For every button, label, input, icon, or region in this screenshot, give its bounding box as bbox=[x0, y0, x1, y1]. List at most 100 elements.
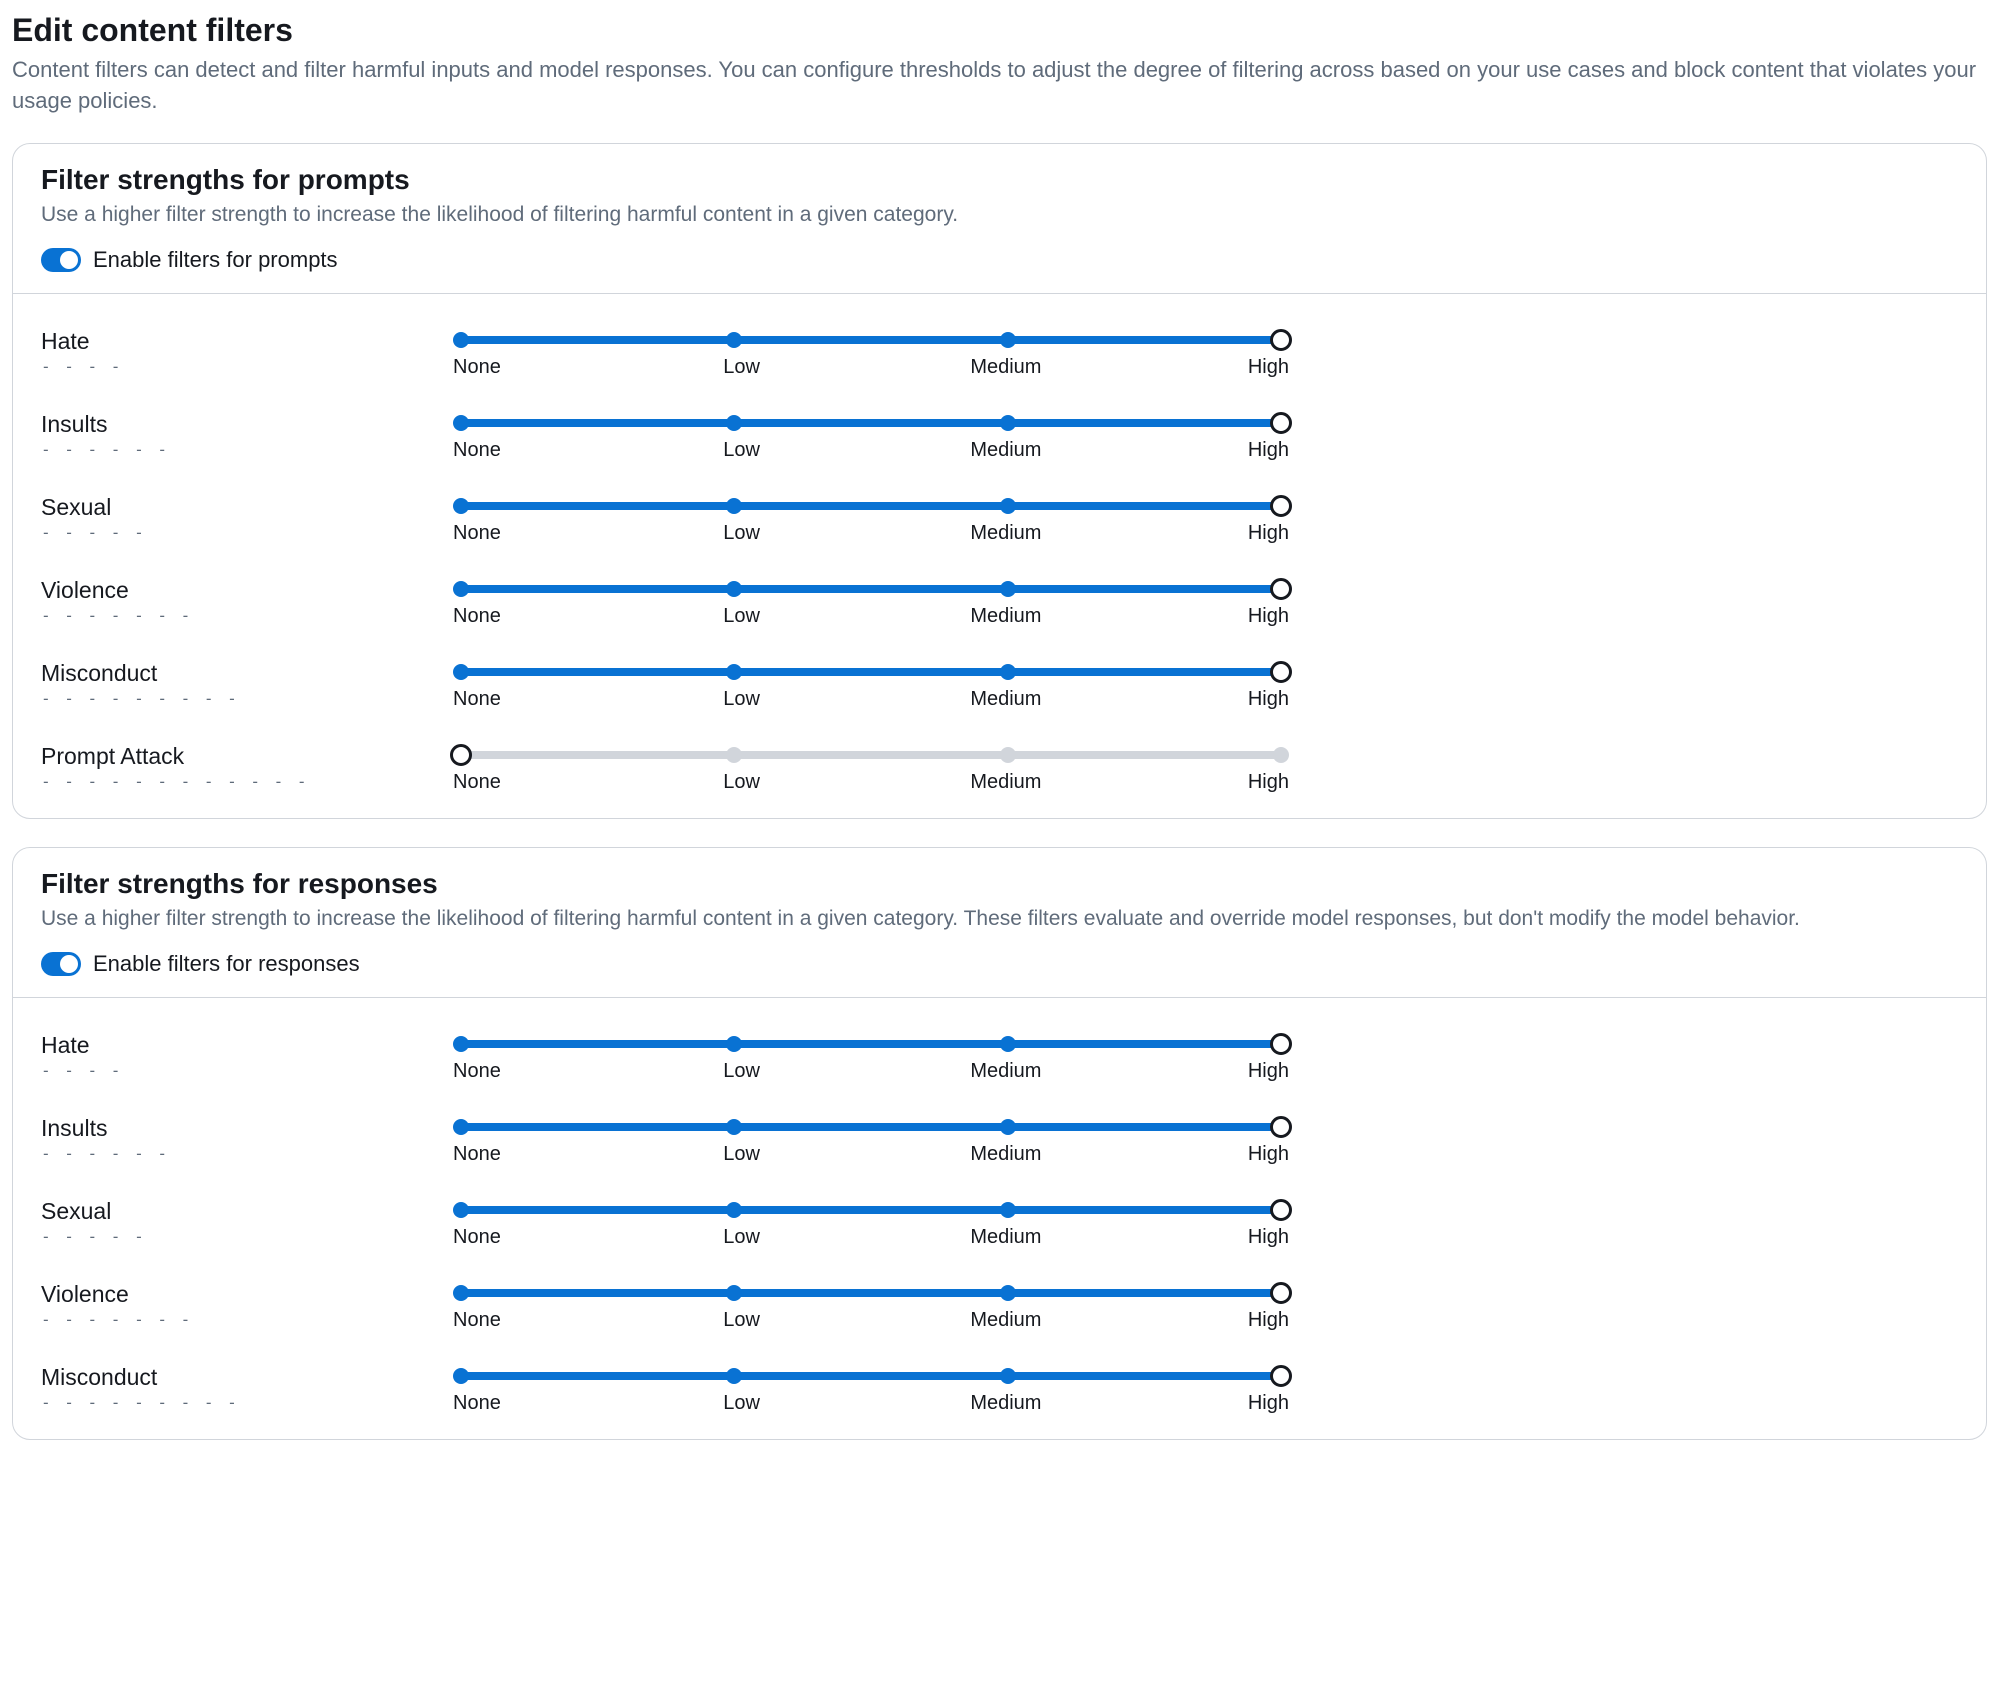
slider-level-label: Medium bbox=[970, 1226, 1030, 1249]
slider-level-label: None bbox=[453, 771, 513, 794]
slider-tick[interactable] bbox=[1000, 1285, 1016, 1301]
slider-tick[interactable] bbox=[1000, 581, 1016, 597]
slider-handle[interactable] bbox=[1270, 329, 1292, 351]
strength-slider[interactable] bbox=[461, 747, 1281, 759]
strength-slider[interactable] bbox=[461, 1119, 1281, 1131]
strength-slider[interactable] bbox=[461, 332, 1281, 344]
slider-tick[interactable] bbox=[726, 1119, 742, 1135]
strength-slider[interactable] bbox=[461, 498, 1281, 510]
filter-label: Sexual bbox=[41, 1198, 461, 1225]
slider-tick[interactable] bbox=[726, 498, 742, 514]
slider-level-label: Medium bbox=[970, 771, 1030, 794]
section-title: Filter strengths for responses bbox=[41, 868, 1958, 900]
slider-level-label: High bbox=[1229, 1226, 1289, 1249]
slider-level-label: High bbox=[1229, 522, 1289, 545]
slider-level-label: Medium bbox=[970, 522, 1030, 545]
slider-level-label: None bbox=[453, 356, 513, 379]
filter-row: Insults- - - - - -NoneLowMediumHigh bbox=[41, 395, 1958, 478]
slider-handle[interactable] bbox=[1270, 495, 1292, 517]
slider-tick[interactable] bbox=[1000, 747, 1016, 763]
slider-tick[interactable] bbox=[453, 332, 469, 348]
section-subtitle: Use a higher filter strength to increase… bbox=[41, 200, 1958, 229]
slider-handle[interactable] bbox=[1270, 1365, 1292, 1387]
filter-label: Prompt Attack bbox=[41, 743, 461, 770]
slider-tick[interactable] bbox=[726, 1036, 742, 1052]
slider-level-label: High bbox=[1229, 1392, 1289, 1415]
slider-level-label: Medium bbox=[970, 356, 1030, 379]
filter-row: Sexual- - - - -NoneLowMediumHigh bbox=[41, 478, 1958, 561]
strength-slider[interactable] bbox=[461, 664, 1281, 676]
slider-tick[interactable] bbox=[726, 332, 742, 348]
filter-dotted-underline: - - - - - bbox=[41, 1227, 461, 1246]
enable-toggle[interactable] bbox=[41, 248, 81, 272]
slider-level-label: None bbox=[453, 1392, 513, 1415]
slider-handle[interactable] bbox=[1270, 578, 1292, 600]
slider-tick[interactable] bbox=[453, 1285, 469, 1301]
slider-tick[interactable] bbox=[1000, 1202, 1016, 1218]
slider-tick[interactable] bbox=[1000, 664, 1016, 680]
slider-tick[interactable] bbox=[453, 664, 469, 680]
enable-toggle-label: Enable filters for responses bbox=[93, 951, 360, 977]
slider-tick[interactable] bbox=[726, 415, 742, 431]
filter-dotted-underline: - - - - - - bbox=[41, 440, 461, 459]
enable-toggle-label: Enable filters for prompts bbox=[93, 247, 338, 273]
slider-handle[interactable] bbox=[1270, 1116, 1292, 1138]
slider-handle[interactable] bbox=[1270, 661, 1292, 683]
strength-slider[interactable] bbox=[461, 1368, 1281, 1380]
section-responses: Filter strengths for responsesUse a high… bbox=[12, 847, 1987, 1440]
slider-tick[interactable] bbox=[453, 1119, 469, 1135]
slider-level-label: Medium bbox=[970, 1392, 1030, 1415]
slider-level-label: Low bbox=[712, 1226, 772, 1249]
slider-level-label: Low bbox=[712, 1143, 772, 1166]
strength-slider[interactable] bbox=[461, 581, 1281, 593]
slider-tick[interactable] bbox=[726, 1285, 742, 1301]
slider-tick[interactable] bbox=[1273, 747, 1289, 763]
slider-tick[interactable] bbox=[453, 498, 469, 514]
slider-level-label: High bbox=[1229, 771, 1289, 794]
strength-slider[interactable] bbox=[461, 1202, 1281, 1214]
slider-handle[interactable] bbox=[1270, 1282, 1292, 1304]
strength-slider[interactable] bbox=[461, 415, 1281, 427]
filter-label: Misconduct bbox=[41, 660, 461, 687]
slider-level-label: None bbox=[453, 1226, 513, 1249]
slider-tick[interactable] bbox=[1000, 415, 1016, 431]
slider-tick[interactable] bbox=[726, 1202, 742, 1218]
slider-tick[interactable] bbox=[453, 1202, 469, 1218]
slider-tick[interactable] bbox=[453, 581, 469, 597]
slider-handle[interactable] bbox=[1270, 412, 1292, 434]
slider-tick[interactable] bbox=[1000, 1036, 1016, 1052]
slider-tick[interactable] bbox=[1000, 1368, 1016, 1384]
strength-slider[interactable] bbox=[461, 1036, 1281, 1048]
slider-tick[interactable] bbox=[726, 1368, 742, 1384]
strength-slider[interactable] bbox=[461, 1285, 1281, 1297]
slider-tick[interactable] bbox=[1000, 498, 1016, 514]
slider-level-label: None bbox=[453, 1309, 513, 1332]
filter-dotted-underline: - - - - - bbox=[41, 523, 461, 542]
slider-handle[interactable] bbox=[1270, 1033, 1292, 1055]
slider-tick[interactable] bbox=[453, 415, 469, 431]
slider-tick[interactable] bbox=[726, 581, 742, 597]
slider-tick[interactable] bbox=[453, 1036, 469, 1052]
slider-tick[interactable] bbox=[726, 747, 742, 763]
slider-level-label: High bbox=[1229, 605, 1289, 628]
slider-tick[interactable] bbox=[453, 1368, 469, 1384]
filter-row: Misconduct- - - - - - - - -NoneLowMedium… bbox=[41, 644, 1958, 727]
slider-handle[interactable] bbox=[1270, 1199, 1292, 1221]
slider-level-label: Medium bbox=[970, 688, 1030, 711]
filter-label: Violence bbox=[41, 577, 461, 604]
filter-row: Violence- - - - - - -NoneLowMediumHigh bbox=[41, 1265, 1958, 1348]
slider-tick[interactable] bbox=[1000, 332, 1016, 348]
slider-tick[interactable] bbox=[726, 664, 742, 680]
slider-tick[interactable] bbox=[1000, 1119, 1016, 1135]
slider-handle[interactable] bbox=[450, 744, 472, 766]
enable-toggle[interactable] bbox=[41, 952, 81, 976]
filter-dotted-underline: - - - - - - - - - bbox=[41, 1393, 461, 1412]
filter-row: Sexual - - - - -None Low Medium High bbox=[41, 1182, 1958, 1265]
slider-level-label: Medium bbox=[970, 1309, 1030, 1332]
filter-row: Insults- - - - - -NoneLowMediumHigh bbox=[41, 1099, 1958, 1182]
slider-level-label: None bbox=[453, 688, 513, 711]
slider-level-label: Low bbox=[712, 522, 772, 545]
slider-level-label: Medium bbox=[970, 605, 1030, 628]
filter-label: Insults bbox=[41, 411, 461, 438]
slider-level-label: Medium bbox=[970, 1143, 1030, 1166]
